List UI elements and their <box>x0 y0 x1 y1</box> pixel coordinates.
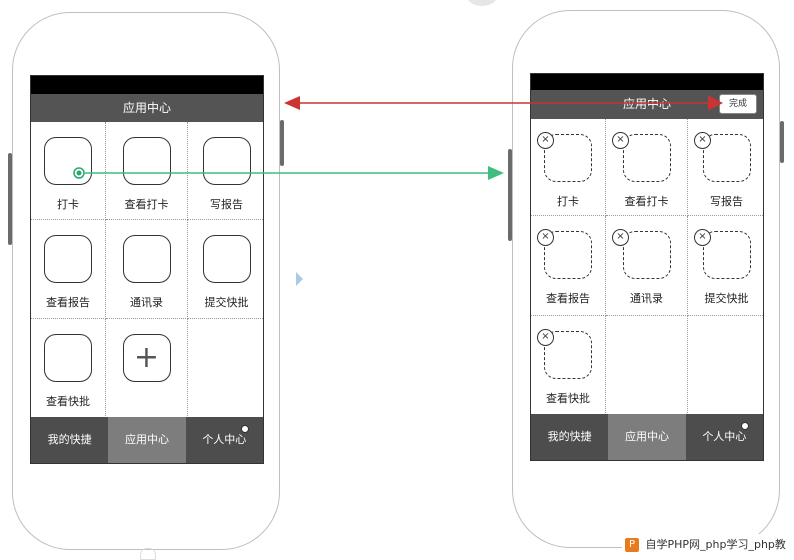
decorative-shape <box>140 548 156 560</box>
green-arrow-head <box>488 166 504 180</box>
decorative-arrow-icon <box>296 272 303 286</box>
flow-arrows <box>73 95 723 180</box>
watermark: P 自学PHP网_php学习_php教 <box>622 534 792 556</box>
watermark-logo-icon: P <box>625 538 639 552</box>
tap-indicator-core <box>76 170 82 176</box>
red-arrow-head <box>284 96 300 110</box>
watermark-text: 自学PHP网_php学习_php教 <box>645 538 786 551</box>
